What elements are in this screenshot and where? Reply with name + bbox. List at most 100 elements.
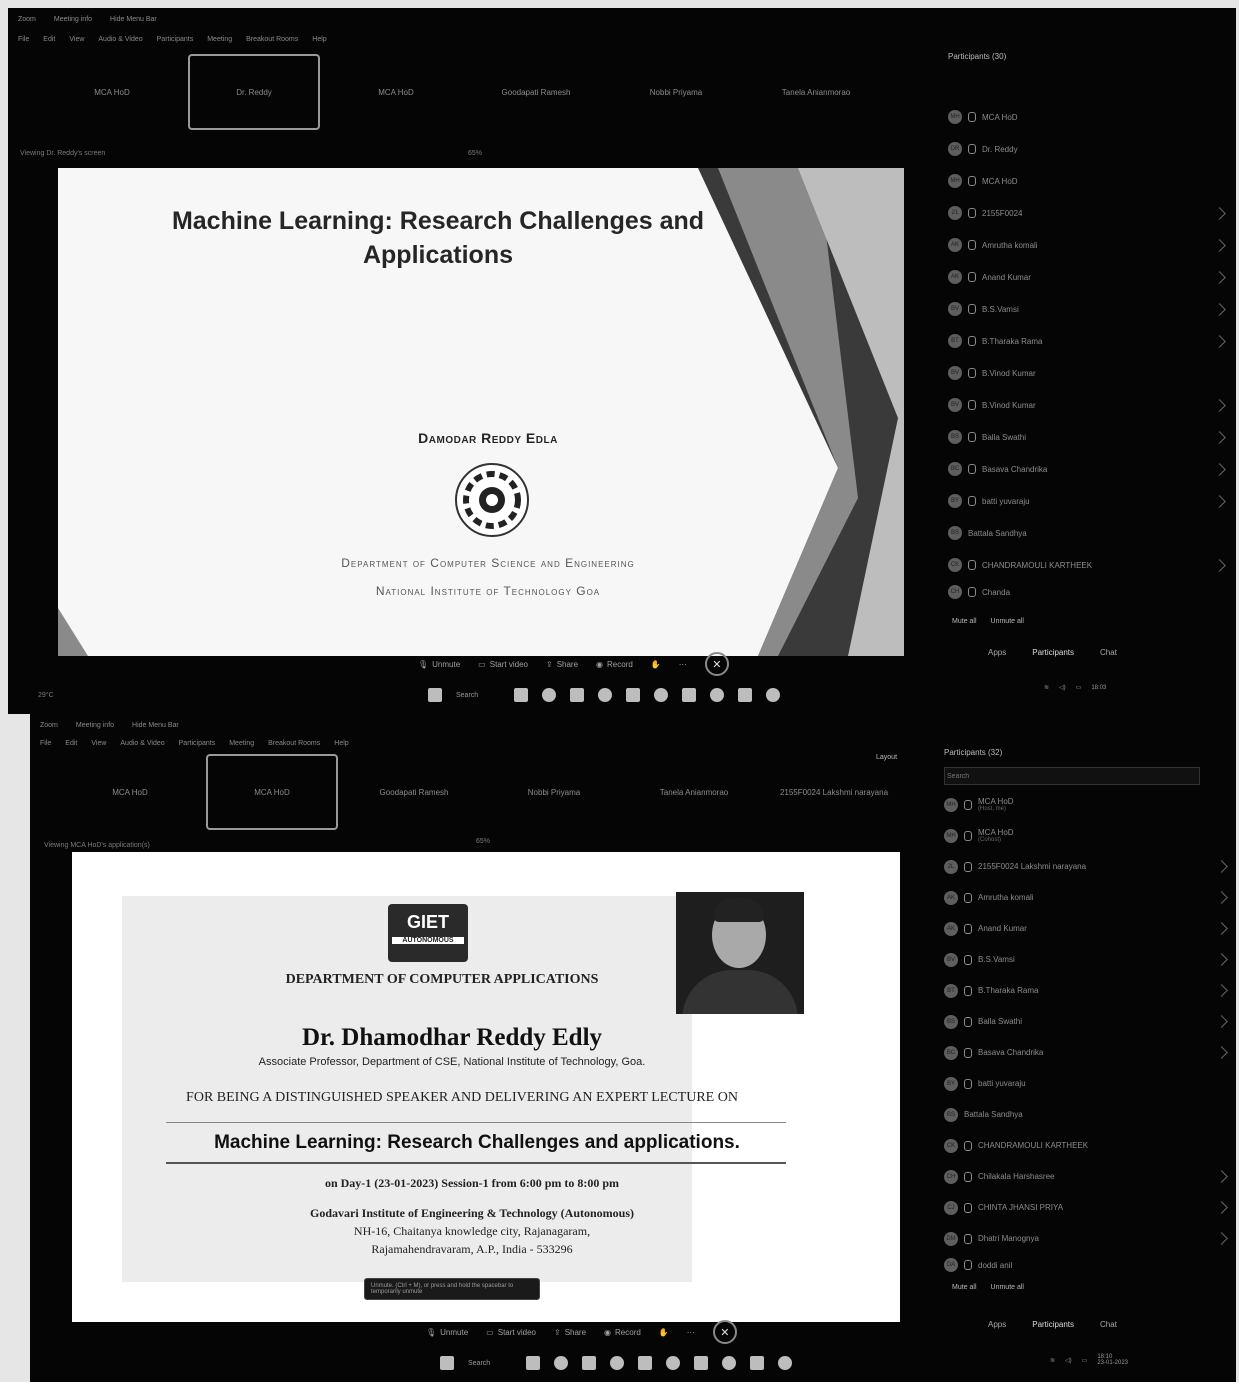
more-icon[interactable]: ⋯ (679, 660, 687, 669)
participant-row[interactable]: CH Chanda (948, 581, 1228, 603)
mic-icon[interactable] (968, 368, 976, 378)
mic-icon[interactable] (964, 923, 972, 934)
store-icon[interactable] (626, 688, 640, 702)
taskbar-search[interactable]: Search (468, 1360, 512, 1367)
menu-file[interactable]: File (40, 740, 51, 747)
zoom-level[interactable]: 65% (476, 838, 490, 845)
video-tile[interactable]: 2155F0024 Lakshmi narayana (770, 756, 898, 828)
wifi-icon[interactable]: ≋ (1044, 684, 1049, 691)
task-view-icon[interactable] (514, 688, 528, 702)
video-tile-active[interactable]: Dr. Reddy (188, 54, 320, 130)
mute-all-button[interactable]: Mute all (952, 618, 977, 625)
participant-row[interactable]: 2L 2155F0024 Lakshmi narayana (944, 851, 1230, 882)
tab-chat[interactable]: Chat (1100, 648, 1117, 657)
participant-row[interactable]: MH MCA HoD (Host, me) (944, 789, 1230, 820)
app-icon[interactable] (750, 1356, 764, 1370)
more-icon[interactable]: ⋯ (687, 1328, 695, 1337)
mic-icon[interactable] (968, 432, 976, 442)
mic-icon[interactable] (968, 144, 976, 154)
volume-icon[interactable]: ◁) (1059, 684, 1066, 691)
layout-button[interactable]: Layout (876, 754, 897, 761)
participant-row[interactable]: AK Amrutha komali (948, 229, 1228, 261)
file-explorer-icon[interactable] (582, 1356, 596, 1370)
mic-icon[interactable] (964, 1233, 972, 1244)
tab-chat[interactable]: Chat (1100, 1320, 1117, 1329)
mic-icon[interactable] (968, 496, 976, 506)
participant-row[interactable]: BV B.Vinod Kumar (948, 357, 1228, 389)
taskbar-search[interactable]: Search (456, 692, 500, 699)
mic-icon[interactable] (964, 892, 972, 903)
participant-row[interactable]: AK Anand Kumar (948, 261, 1228, 293)
chrome-icon[interactable] (654, 688, 668, 702)
menu-breakout-rooms[interactable]: Breakout Rooms (268, 740, 320, 747)
menu-help[interactable]: Help (312, 36, 326, 43)
start-video-button[interactable]: ▭ Start video (478, 660, 528, 669)
menu-view[interactable]: View (91, 740, 106, 747)
mic-icon[interactable] (964, 861, 972, 872)
participant-row[interactable]: 21 2155F0024 (948, 197, 1228, 229)
participant-row[interactable]: BS Battala Sandhya (948, 517, 1228, 549)
mic-icon[interactable] (968, 240, 976, 250)
video-tile[interactable]: Tanela Anianmorao (630, 756, 758, 828)
hide-menu-bar-button[interactable]: Hide Menu Bar (132, 722, 179, 729)
mic-icon[interactable] (968, 587, 976, 597)
menu-participants[interactable]: Participants (179, 740, 216, 747)
file-explorer-icon[interactable] (570, 688, 584, 702)
mic-icon[interactable] (964, 830, 972, 841)
participant-row[interactable]: MH MCA HoD (948, 101, 1228, 133)
mic-icon[interactable] (964, 1140, 972, 1151)
mic-icon[interactable] (968, 336, 976, 346)
windows-start-icon[interactable] (440, 1356, 454, 1370)
mic-icon[interactable] (964, 954, 972, 965)
tab-apps[interactable]: Apps (988, 648, 1006, 657)
volume-icon[interactable]: ◁) (1065, 1357, 1072, 1364)
record-button[interactable]: ◉ Record (604, 1328, 641, 1337)
mic-icon[interactable] (964, 1047, 972, 1058)
start-video-button[interactable]: ▭ Start video (486, 1328, 536, 1337)
menu-participants[interactable]: Participants (157, 36, 194, 43)
participant-row[interactable]: BS Battala Sandhya (944, 1099, 1230, 1130)
tab-participants[interactable]: Participants (1032, 648, 1074, 657)
unmute-all-button[interactable]: Unmute all (991, 618, 1024, 625)
mic-icon[interactable] (964, 799, 972, 810)
participant-row[interactable]: BV B.Vinod Kumar (948, 389, 1228, 421)
zoom-app-icon[interactable] (722, 1356, 736, 1370)
wifi-icon[interactable]: ≋ (1050, 1357, 1055, 1364)
app-icon[interactable] (694, 1356, 708, 1370)
mute-all-button[interactable]: Mute all (952, 1284, 977, 1291)
participant-row[interactable]: MH MCA HoD (948, 165, 1228, 197)
hand-icon[interactable]: ✋ (651, 660, 661, 669)
menu-help[interactable]: Help (334, 740, 348, 747)
video-tile[interactable]: Tanela Anianmorao (752, 56, 880, 128)
viewing-label[interactable]: Viewing Dr. Reddy's screen (20, 150, 105, 157)
participant-row[interactable]: DA doddi anil (944, 1254, 1230, 1276)
meeting-info-button[interactable]: Meeting info (54, 16, 92, 23)
menu-audio-video[interactable]: Audio & Video (120, 740, 164, 747)
video-tile[interactable]: MCA HoD (48, 56, 176, 128)
participant-row[interactable]: DM Dhatri Manognya (944, 1223, 1230, 1254)
video-tile[interactable]: Nobbi Priyama (612, 56, 740, 128)
participant-row[interactable]: MH MCA HoD (Cohost) (944, 820, 1230, 851)
record-button[interactable]: ◉ Record (596, 660, 633, 669)
viewing-label[interactable]: Viewing MCA HoD's application(s) (44, 842, 150, 849)
task-view-icon[interactable] (526, 1356, 540, 1370)
tab-apps[interactable]: Apps (988, 1320, 1006, 1329)
app-icon[interactable] (738, 688, 752, 702)
participant-row[interactable]: BY batti yuvaraju (944, 1068, 1230, 1099)
video-tile[interactable]: MCA HoD (66, 756, 194, 828)
participant-row[interactable]: CK CHANDRAMOULI KARTHEEK (948, 549, 1228, 581)
video-tile[interactable]: MCA HoD (332, 56, 460, 128)
participant-row[interactable]: BV B.S.Vamsi (944, 944, 1230, 975)
app-icon[interactable] (766, 688, 780, 702)
video-tile[interactable]: Goodapati Ramesh (472, 56, 600, 128)
participant-row[interactable]: AK Anand Kumar (944, 913, 1230, 944)
participant-row[interactable]: CK CHANDRAMOULI KARTHEEK (944, 1130, 1230, 1161)
mic-icon[interactable] (968, 400, 976, 410)
mic-icon[interactable] (968, 464, 976, 474)
weather-widget[interactable]: 29°C (38, 692, 54, 699)
mic-icon[interactable] (964, 1171, 972, 1182)
participant-row[interactable]: BV B.S.Vamsi (948, 293, 1228, 325)
menu-edit[interactable]: Edit (65, 740, 77, 747)
chat-app-icon[interactable] (554, 1356, 568, 1370)
windows-start-icon[interactable] (428, 688, 442, 702)
